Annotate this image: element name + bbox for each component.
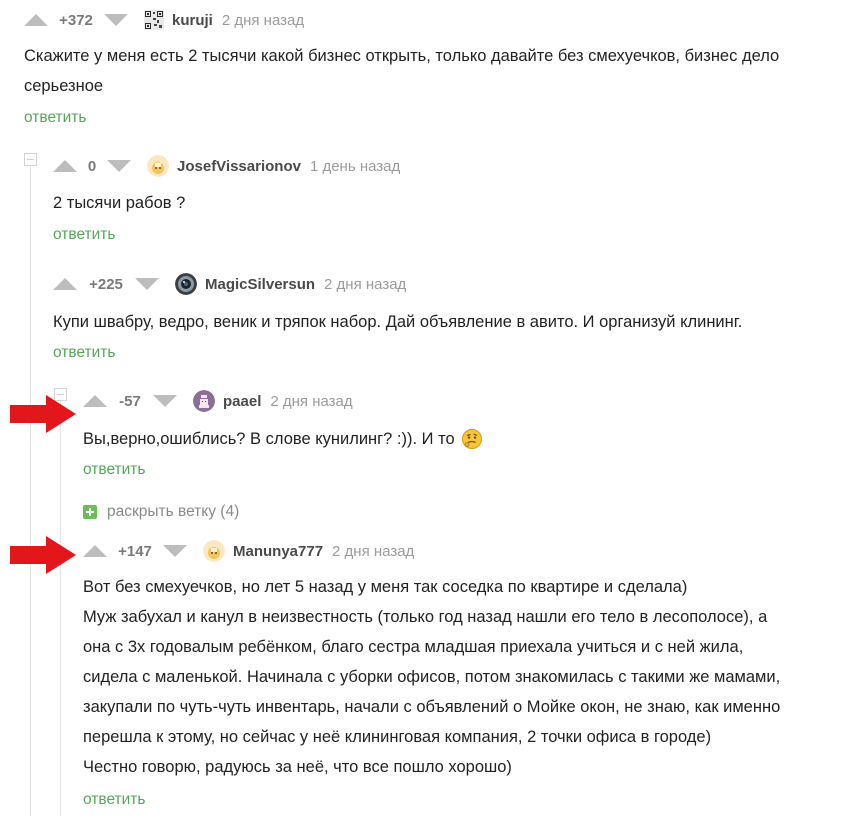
reply-link[interactable]: ответить: [24, 109, 86, 127]
comment-text-line: Купи швабру, ведро, веник и тряпок набор…: [53, 313, 743, 331]
avatar[interactable]: [193, 390, 215, 412]
upvote-arrow-icon[interactable]: [53, 278, 77, 290]
red-arrow-annotation-icon: [10, 395, 76, 433]
downvote-arrow-icon[interactable]: [104, 14, 128, 26]
plus-icon: [83, 505, 97, 519]
reply-link[interactable]: ответить: [53, 344, 115, 362]
comment-text-line: она с 3х годовалым ребёнком, благо сестр…: [83, 638, 744, 656]
comment-author[interactable]: kuruji: [172, 12, 213, 29]
comment-header: +225 MagicSilversun 2 дня назад: [53, 272, 406, 296]
collapse-toggle[interactable]: [24, 153, 37, 166]
comment-text-line: 2 тысячи рабов ?: [53, 194, 186, 212]
comment-rating: +372: [59, 11, 93, 29]
avatar[interactable]: [175, 273, 197, 295]
avatar[interactable]: [144, 10, 164, 30]
reply-link[interactable]: ответить: [83, 791, 145, 809]
comment-text-line: серьезное: [24, 77, 104, 95]
downvote-arrow-icon[interactable]: [153, 395, 177, 407]
comment-header: -57 paael 2 дня назад: [83, 389, 353, 413]
comment-time: 2 дня назад: [221, 11, 305, 29]
comment-time: 2 дня назад: [332, 542, 415, 560]
upvote-arrow-icon[interactable]: [83, 395, 107, 407]
comment-time: 1 день назад: [309, 157, 401, 175]
comment-author[interactable]: MagicSilversun: [205, 276, 315, 293]
upvote-arrow-icon[interactable]: [83, 545, 107, 557]
comment-author[interactable]: JosefVissarionov: [177, 158, 301, 175]
comment-text: Вы,верно,ошиблись? В слове кунилинг? :))…: [83, 424, 783, 454]
thread-line: [60, 395, 61, 816]
comment-rating: -57: [119, 392, 141, 410]
comment-text-line: перешла к этому, но сейчас у неё клининг…: [83, 728, 712, 746]
expand-branch-button[interactable]: раскрыть ветку (4): [83, 503, 239, 521]
comment-author[interactable]: paael: [223, 393, 261, 410]
comment-text-line: закупали по чуть-чуть инвентарь, начали …: [83, 698, 781, 716]
comment-time: 2 дня назад: [324, 275, 407, 293]
comment-rating: +225: [89, 275, 123, 293]
reply-link[interactable]: ответить: [53, 226, 115, 244]
comment-text-line: сидела с маленькой. Начинала с уборки оф…: [83, 668, 781, 686]
comment-header: +372 kuruji 2 дня назад: [24, 8, 304, 32]
downvote-arrow-icon[interactable]: [135, 278, 159, 290]
upvote-arrow-icon[interactable]: [53, 160, 77, 172]
comment-text: Скажите у меня есть 2 тысячи какой бизне…: [24, 41, 844, 101]
downvote-arrow-icon[interactable]: [107, 160, 131, 172]
comment-header: 0 JosefVissarionov 1 день назад: [53, 154, 400, 178]
comment-time: 2 дня назад: [270, 392, 353, 410]
comment-rating: 0: [87, 157, 97, 175]
thread-line: [30, 160, 31, 816]
avatar[interactable]: [203, 540, 225, 562]
downvote-arrow-icon[interactable]: [163, 545, 187, 557]
reply-link[interactable]: ответить: [83, 461, 145, 479]
red-arrow-annotation-icon: [10, 536, 76, 574]
comment-author[interactable]: Manunya777: [233, 543, 323, 560]
comment-text: 2 тысячи рабов ?: [53, 188, 833, 218]
comment-text-line: Вы,верно,ошиблись? В слове кунилинг? :))…: [83, 430, 455, 448]
comment-text: Вот без смехуечков, но лет 5 назад у мен…: [83, 572, 843, 782]
expand-branch-label: раскрыть ветку (4): [107, 503, 240, 520]
comment-text-line: Честно говорю, радуюсь за неё, что все п…: [83, 758, 512, 776]
comment-text-line: Муж забухал и канул в неизвестность (тол…: [83, 608, 768, 626]
upvote-arrow-icon[interactable]: [24, 14, 48, 26]
comment-rating: +147: [118, 542, 152, 560]
comment-text-line: Скажите у меня есть 2 тысячи какой бизне…: [24, 47, 780, 65]
comment-text: Купи швабру, ведро, веник и тряпок набор…: [53, 307, 843, 337]
comment-text-line: Вот без смехуечков, но лет 5 назад у мен…: [83, 578, 688, 596]
comment-header: +147 Manunya777 2 дня назад: [83, 539, 414, 563]
thinking-face-emoji-icon: [461, 429, 482, 449]
avatar[interactable]: [147, 155, 169, 177]
